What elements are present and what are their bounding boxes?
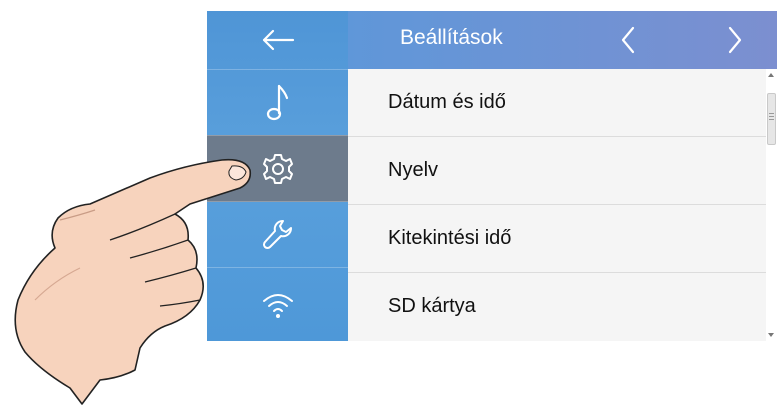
- pointing-hand-icon: [14, 158, 252, 405]
- list-item-label: Kitekintési idő: [388, 227, 512, 249]
- prev-button[interactable]: [610, 21, 646, 59]
- header-bar: Beállítások: [348, 11, 777, 69]
- next-button[interactable]: [717, 21, 753, 59]
- settings-list: Dátum és idő Nyelv Kitekintési idő SD ká…: [348, 69, 766, 341]
- list-item-language[interactable]: Nyelv: [348, 137, 766, 205]
- chevron-right-icon: [728, 26, 742, 54]
- list-item-date-time[interactable]: Dátum és idő: [348, 69, 766, 137]
- list-item-label: SD kártya: [388, 295, 476, 317]
- page-title: Beállítások: [400, 26, 503, 49]
- scrollbar[interactable]: [766, 69, 777, 341]
- list-item-sd-card[interactable]: SD kártya: [348, 273, 766, 340]
- scroll-down-arrow-icon[interactable]: [768, 333, 774, 337]
- scrollbar-thumb[interactable]: [767, 93, 776, 145]
- chevron-left-icon: [621, 26, 635, 54]
- list-item-label: Nyelv: [388, 159, 439, 181]
- list-item-monitor-time[interactable]: Kitekintési idő: [348, 205, 766, 273]
- list-item-label: Dátum és idő: [388, 91, 506, 113]
- scroll-up-arrow-icon[interactable]: [768, 73, 774, 77]
